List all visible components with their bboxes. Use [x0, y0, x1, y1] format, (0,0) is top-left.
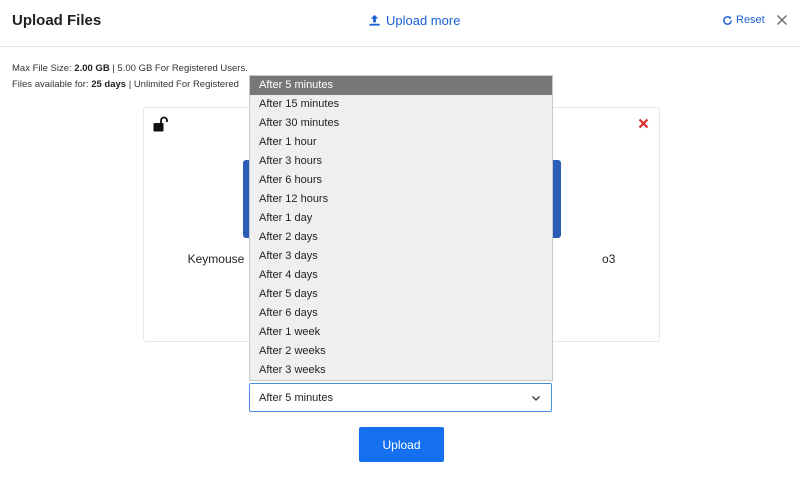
expiry-option[interactable]: After 4 days: [250, 266, 552, 285]
expiry-option[interactable]: After 5 minutes: [250, 76, 552, 95]
expiry-selected-value: After 5 minutes: [259, 391, 333, 404]
expiry-option[interactable]: After 3 hours: [250, 152, 552, 171]
expiry-option[interactable]: After 5 days: [250, 285, 552, 304]
expiry-option[interactable]: After 30 minutes: [250, 114, 552, 133]
expiry-option[interactable]: After 1 week: [250, 323, 552, 342]
expiry-option[interactable]: After 1 day: [250, 209, 552, 228]
close-icon[interactable]: [776, 14, 788, 26]
expiry-option[interactable]: After 12 hours: [250, 190, 552, 209]
max-file-size-info: Max File Size: 2.00 GB | 5.00 GB For Reg…: [12, 63, 248, 74]
upload-icon: [369, 14, 380, 26]
upload-more-button[interactable]: Upload more: [368, 13, 460, 28]
page-title: Upload Files: [12, 12, 102, 29]
reset-button[interactable]: Reset: [722, 14, 765, 26]
header: Upload Files Upload more Reset: [0, 0, 800, 47]
expiry-option[interactable]: After 1 hour: [250, 133, 552, 152]
expiry-dropdown-list: After 5 minutes After 15 minutes After 3…: [249, 75, 553, 381]
expiry-option[interactable]: After 3 weeks: [250, 361, 552, 380]
expiry-option[interactable]: After 2 days: [250, 228, 552, 247]
reset-label: Reset: [736, 14, 765, 26]
expiry-option[interactable]: After 15 minutes: [250, 95, 552, 114]
availability-info: Files available for: 25 days | Unlimited…: [12, 79, 239, 90]
remove-icon[interactable]: [638, 118, 649, 129]
expiry-option[interactable]: After 6 days: [250, 304, 552, 323]
chevron-down-icon: [532, 396, 540, 401]
expiry-option[interactable]: After 6 hours: [250, 171, 552, 190]
upload-more-label: Upload more: [386, 13, 461, 28]
unlock-icon[interactable]: [152, 116, 169, 133]
expiry-option[interactable]: After 3 days: [250, 247, 552, 266]
upload-button[interactable]: Upload: [359, 427, 444, 462]
expiry-select[interactable]: After 5 minutes: [249, 383, 552, 412]
refresh-icon: [723, 15, 732, 25]
expiry-option[interactable]: After 2 weeks: [250, 342, 552, 361]
